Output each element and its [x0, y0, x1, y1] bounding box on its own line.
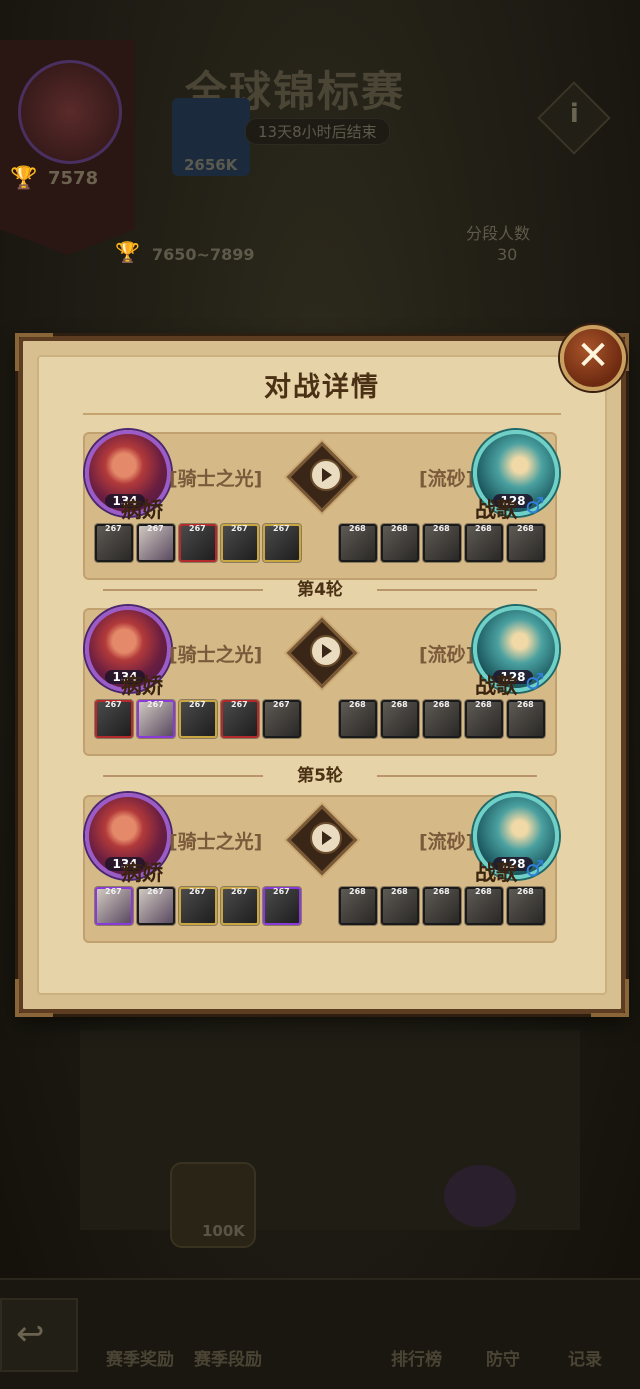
hero-slot[interactable]: 268: [465, 524, 503, 562]
back-arrow-icon: ↩: [16, 1314, 45, 1354]
nav-season-rewards[interactable]: 赛季奖励: [106, 1345, 174, 1370]
hero-slot[interactable]: 267: [137, 524, 175, 562]
hero-slot[interactable]: 268: [339, 700, 377, 738]
player-score: 7578: [48, 168, 99, 189]
male-icon: ♂: [525, 670, 545, 695]
hero-slot[interactable]: 268: [339, 887, 377, 925]
segment-count: 30: [497, 245, 518, 264]
hero-slot[interactable]: 268: [381, 524, 419, 562]
match-card-1: 134 [骑士之光] 病娇 [流砂] 128 战歌 ♂ 267 267 267 …: [83, 430, 559, 580]
power-gauge-label: 100K: [202, 1222, 245, 1240]
hero-slot[interactable]: 268: [423, 887, 461, 925]
left-player-name: 病娇: [121, 498, 163, 522]
right-player-name: 战歌: [475, 861, 517, 885]
bottom-nav-bar: [0, 1278, 640, 1389]
trophy-icon: 🏆: [115, 240, 140, 264]
hero-slot[interactable]: 267: [263, 887, 301, 925]
left-guild-name: [骑士之光]: [169, 468, 263, 490]
hero-slot[interactable]: 267: [179, 524, 217, 562]
hero-slot[interactable]: 268: [423, 700, 461, 738]
trophy-icon: 🏆: [10, 166, 38, 191]
dialog-title: 对战详情: [264, 372, 380, 403]
hero-slot[interactable]: 268: [381, 887, 419, 925]
hero-slot[interactable]: 267: [179, 700, 217, 738]
male-icon: ♂: [525, 494, 545, 519]
hero-slot[interactable]: 267: [137, 887, 175, 925]
hero-slot[interactable]: 267: [95, 700, 133, 738]
hero-slot[interactable]: 268: [381, 700, 419, 738]
male-icon: ♂: [525, 857, 545, 882]
hero-slot[interactable]: 267: [95, 524, 133, 562]
round-header: 第5轮: [83, 763, 557, 789]
opponent-emblem[interactable]: [444, 1165, 516, 1227]
left-player-name: 病娇: [121, 674, 163, 698]
hero-slot[interactable]: 268: [507, 524, 545, 562]
hero-slot[interactable]: 268: [465, 887, 503, 925]
event-timer: 13天8小时后结束: [245, 118, 390, 145]
round-header: 第4轮: [83, 577, 557, 603]
play-icon: [310, 822, 342, 854]
left-guild-name: [骑士之光]: [169, 644, 263, 666]
hero-slot[interactable]: 268: [465, 700, 503, 738]
back-button[interactable]: ↩: [0, 1298, 78, 1372]
match-card-2: 134 [骑士之光] 病娇 [流砂] 128 战歌 ♂ 267 267 267 …: [83, 606, 559, 756]
nav-records[interactable]: 记录: [568, 1345, 602, 1370]
right-guild-name: [流砂]: [419, 644, 475, 666]
right-guild-name: [流砂]: [419, 468, 475, 490]
close-button[interactable]: ✕: [560, 325, 626, 391]
right-player-name: 战歌: [475, 498, 517, 522]
title-divider: [83, 413, 561, 415]
hero-slot[interactable]: 267: [95, 887, 133, 925]
hero-slot[interactable]: 267: [263, 700, 301, 738]
guild-power: 2656K: [184, 156, 238, 174]
nav-defense[interactable]: 防守: [486, 1345, 520, 1370]
segment-label: 分段人数: [466, 224, 531, 243]
play-icon: [310, 635, 342, 667]
left-player-name: 病娇: [121, 861, 163, 885]
hero-slot[interactable]: 268: [423, 524, 461, 562]
hero-slot[interactable]: 267: [263, 524, 301, 562]
hero-slot[interactable]: 267: [221, 700, 259, 738]
hero-slot[interactable]: 268: [507, 887, 545, 925]
info-icon: i: [569, 99, 579, 130]
hero-slot[interactable]: 267: [221, 887, 259, 925]
right-guild-name: [流砂]: [419, 831, 475, 853]
hero-slot[interactable]: 268: [339, 524, 377, 562]
nav-leaderboard[interactable]: 排行榜: [391, 1345, 442, 1370]
hero-slot[interactable]: 267: [221, 524, 259, 562]
right-player-name: 战歌: [475, 674, 517, 698]
trophy-range: 7650~7899: [152, 245, 255, 264]
match-card-3: 134 [骑士之光] 病娇 [流砂] 128 战歌 ♂ 267 267 267 …: [83, 793, 559, 943]
left-guild-name: [骑士之光]: [169, 831, 263, 853]
hero-slot[interactable]: 267: [137, 700, 175, 738]
play-icon: [310, 459, 342, 491]
hero-slot[interactable]: 267: [179, 887, 217, 925]
hero-slot[interactable]: 268: [507, 700, 545, 738]
player-avatar[interactable]: [18, 60, 122, 164]
nav-season-tier[interactable]: 赛季段励: [194, 1345, 262, 1370]
